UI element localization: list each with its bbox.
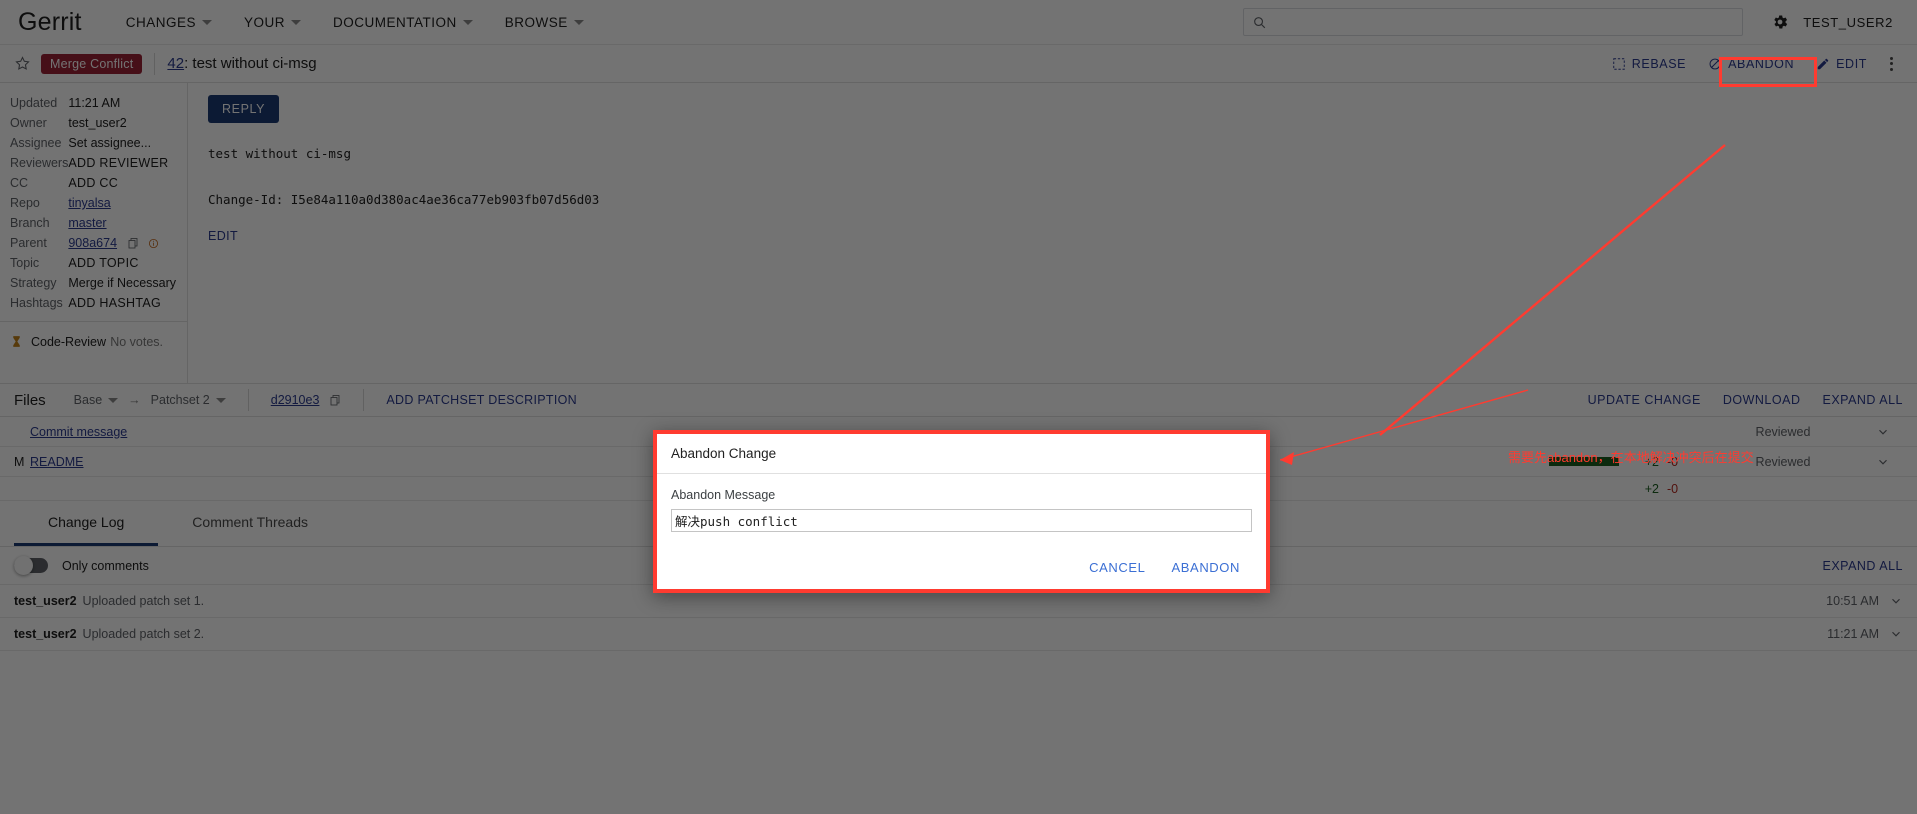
- modal-backdrop[interactable]: [0, 0, 1917, 814]
- dialog-actions: CANCEL ABANDON: [657, 532, 1266, 589]
- abandon-message-input[interactable]: [671, 509, 1252, 532]
- abandon-message-label: Abandon Message: [671, 488, 776, 502]
- confirm-abandon-button[interactable]: ABANDON: [1172, 560, 1241, 575]
- abandon-change-dialog: Abandon Change Abandon Message CANCEL AB…: [653, 430, 1270, 593]
- dialog-body: Abandon Message: [657, 474, 1266, 532]
- cancel-button[interactable]: CANCEL: [1089, 560, 1145, 575]
- dialog-title: Abandon Change: [657, 434, 1266, 474]
